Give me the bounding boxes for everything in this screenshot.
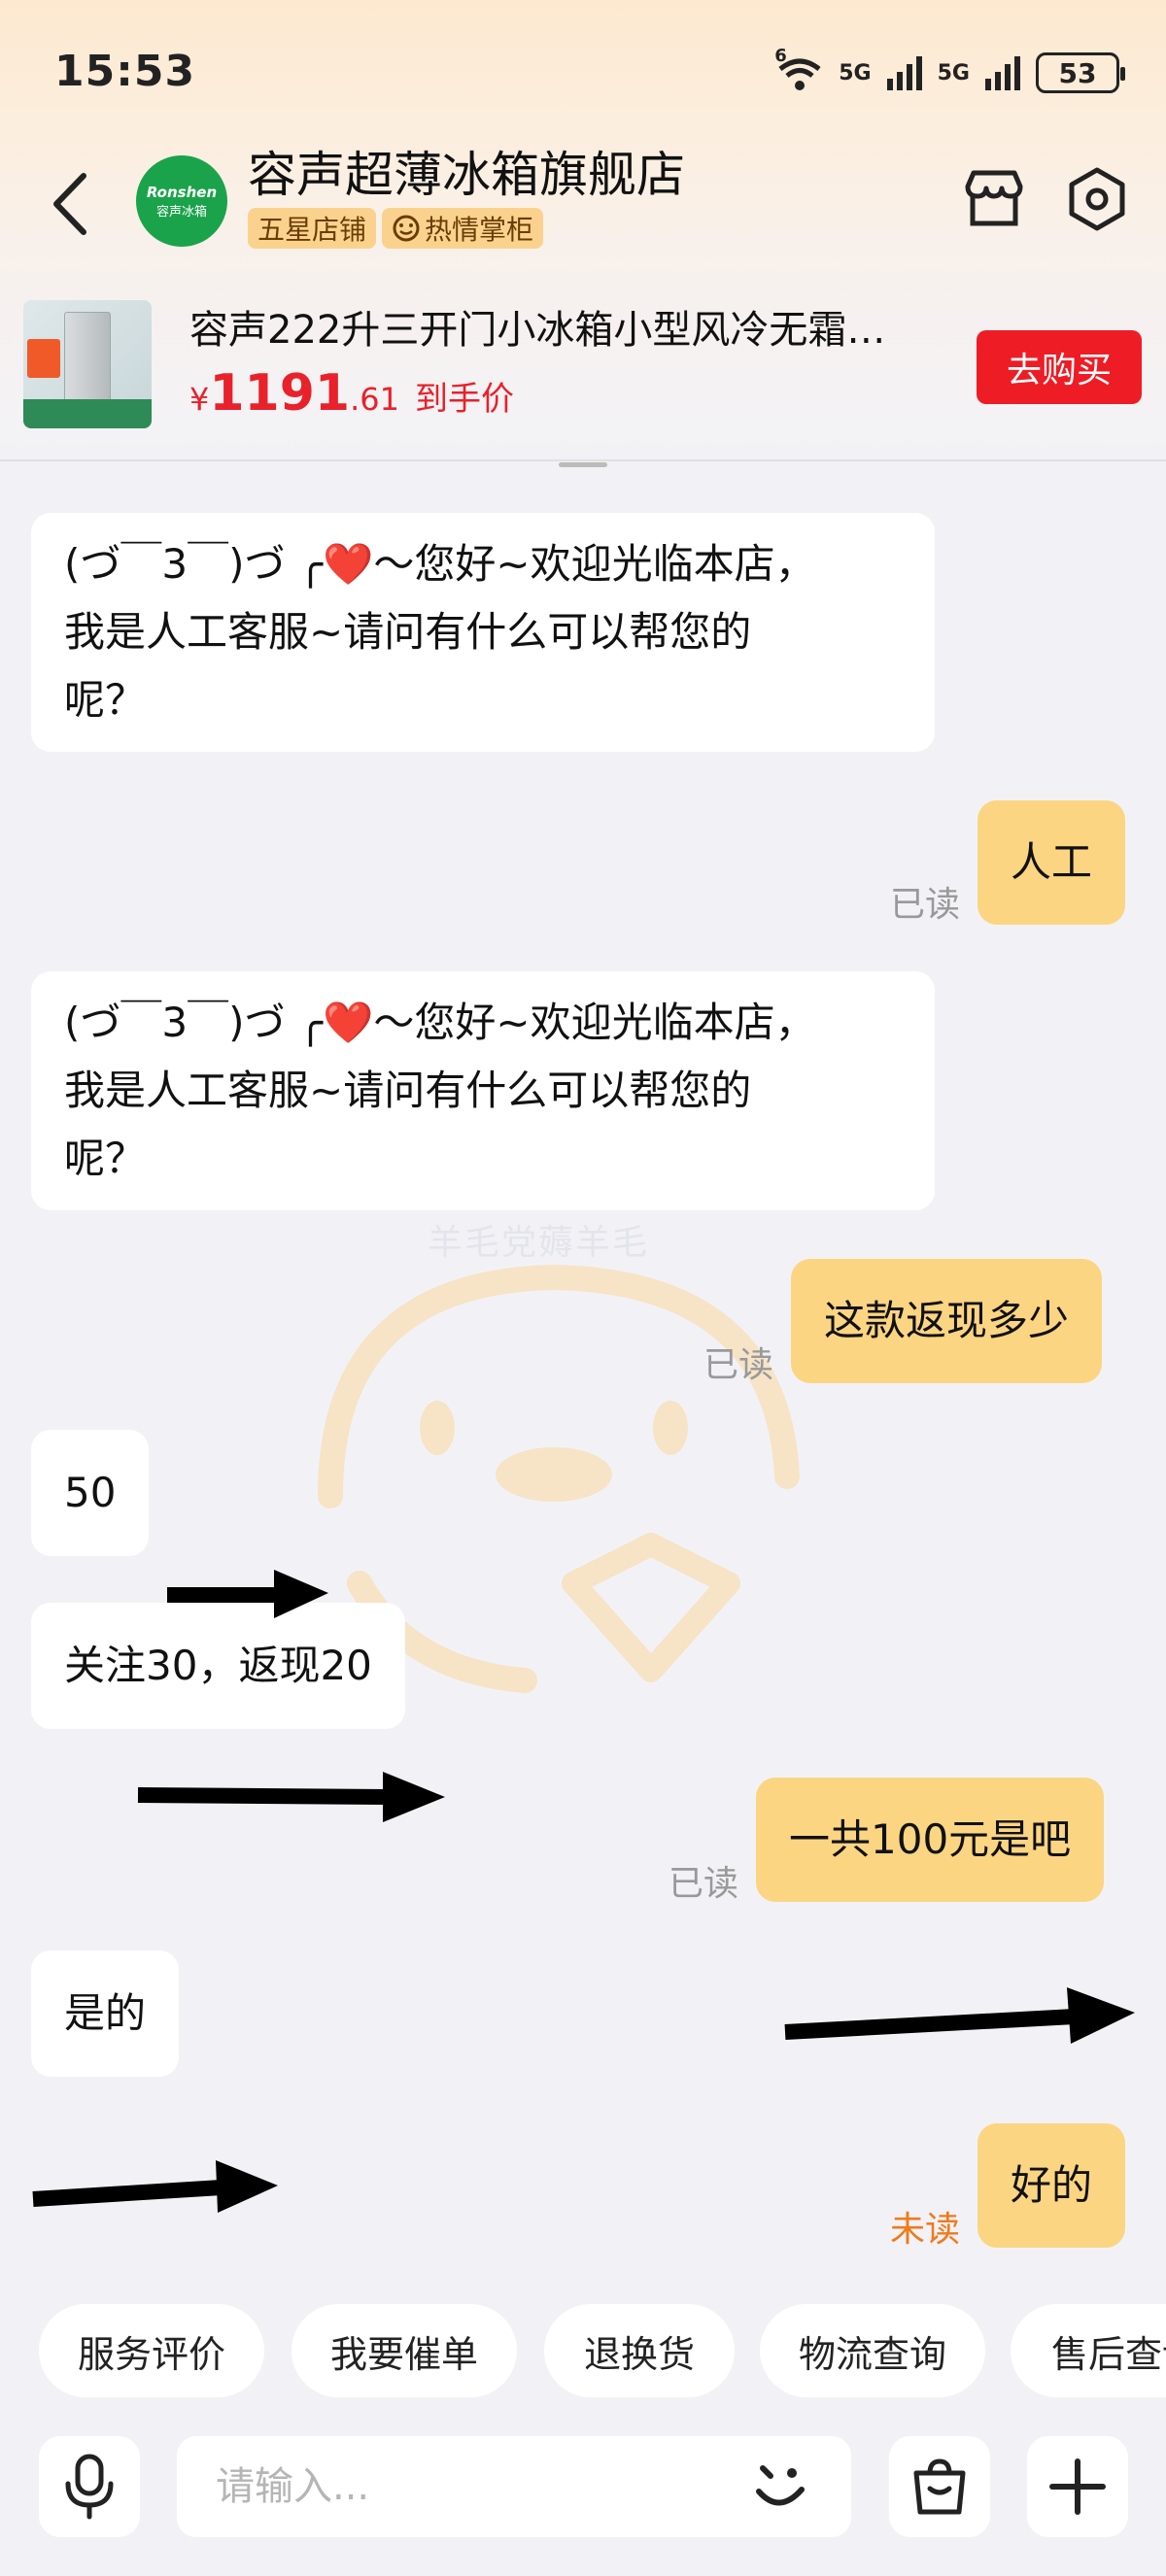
shopping-bag-button[interactable] [889,2436,990,2537]
plus-icon [1049,2458,1106,2515]
annotation-arrow-4 [32,2160,278,2213]
read-status: 已读 [703,1345,774,1385]
shop-name[interactable]: 容声超薄冰箱旗舰店 [248,136,685,206]
product-card[interactable]: 容声222升三开门小冰箱小型风冷无霜… ¥ 1191 .61 到手价 去购买 [0,277,1166,461]
shop-logo[interactable]: Ronshen 容声冰箱 [136,155,227,247]
annotation-arrow-3 [784,1987,1135,2044]
smile-badge-icon [393,215,420,242]
quick-action-chip[interactable]: 退换货 [544,2304,735,2397]
back-button[interactable] [51,165,99,243]
emoji-icon [756,2465,805,2506]
status-time: 15:53 [54,47,196,96]
shopping-bag-icon [913,2458,966,2515]
message-me-1[interactable]: 人工 [977,800,1126,925]
status-bar: 15:53 6 5G 5G 53 [0,0,1166,146]
message-input[interactable] [216,2436,721,2537]
watermark-text: 羊毛党薅羊毛 [428,1223,650,1263]
microphone-icon [65,2454,114,2520]
host-badge: 热情掌柜 [382,208,544,249]
buy-button[interactable]: 去购买 [977,330,1142,404]
battery-indicator: 53 [1036,52,1125,93]
network-label-1: 5G [839,60,872,85]
unread-status: 未读 [890,2210,961,2250]
message-input-field[interactable] [177,2436,851,2537]
message-me-4[interactable]: 好的 [977,2123,1126,2248]
quick-action-chip[interactable]: 我要催单 [292,2304,517,2397]
quick-action-chip[interactable]: 物流查询 [760,2304,985,2397]
store-button[interactable] [960,165,1028,233]
back-arrow-icon [53,173,86,235]
input-bar [0,2428,1166,2576]
more-button[interactable] [1027,2436,1128,2537]
product-price: ¥ 1191 .61 到手价 [189,364,514,423]
quick-action-chip[interactable]: 售后查询 [1011,2304,1166,2397]
message-me-2[interactable]: 这款返现多少 [791,1259,1103,1383]
product-title[interactable]: 容声222升三开门小冰箱小型风冷无霜… [189,298,967,355]
settings-button[interactable] [1063,165,1131,233]
chat-header: Ronshen 容声冰箱 容声超薄冰箱旗舰店 五星店铺 热情掌柜 [0,136,1166,272]
status-icons: 6 5G 5G 53 [774,46,1125,97]
message-shop-greeting-2[interactable]: (づ￣3￣)づ ╭❤️～您好~欢迎光临本店， 我是人工客服~请问有什么可以帮您的… [31,971,935,1210]
read-status: 已读 [669,1864,739,1904]
message-shop-greeting-1[interactable]: (づ￣3￣)づ ╭❤️～您好~欢迎光临本店， 我是人工客服~请问有什么可以帮您的… [31,513,935,752]
voice-button[interactable] [39,2436,140,2537]
quick-action-chip[interactable]: 服务评价 [39,2304,264,2397]
store-icon [965,170,1023,226]
signal-icon-2 [985,56,1020,90]
annotation-arrow-1 [167,1570,328,1618]
product-image[interactable] [23,300,152,428]
quick-actions-bar: 服务评价 我要催单 退换货 物流查询 售后查询 [0,2304,1166,2401]
settings-icon [1069,167,1125,231]
drawer-handle[interactable] [559,462,607,467]
emoji-button[interactable] [745,2453,813,2521]
message-me-3[interactable]: 一共100元是吧 [756,1778,1105,1902]
message-shop-3[interactable]: 50 [31,1430,150,1556]
read-status: 已读 [890,885,961,925]
message-shop-5[interactable]: 是的 [31,1950,180,2077]
five-star-badge: 五星店铺 [248,208,377,249]
network-label-2: 5G [937,60,970,85]
signal-icon-1 [886,56,922,90]
wifi-icon: 6 [774,46,825,92]
annotation-arrow-2 [137,1772,445,1822]
